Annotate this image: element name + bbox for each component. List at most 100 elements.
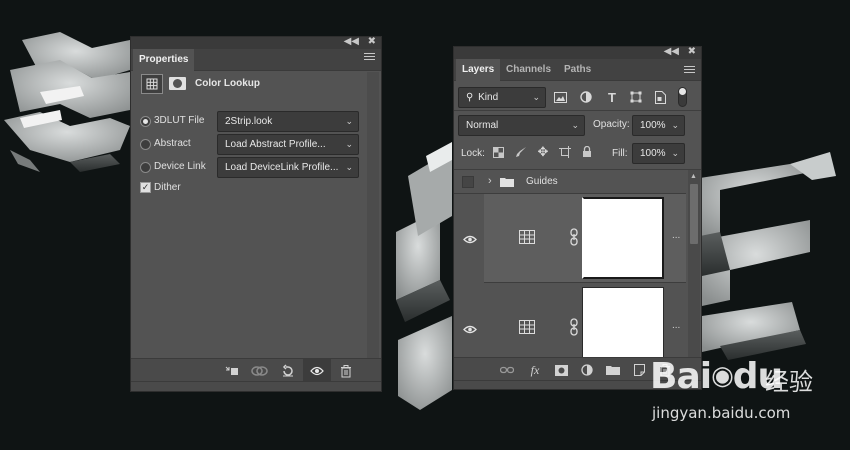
watermark-url: jingyan.baidu.com [652, 404, 791, 422]
lock-transparent-pixels-icon[interactable] [491, 145, 505, 159]
properties-scrollbar[interactable] [367, 72, 379, 358]
label-device-link: Device Link [154, 161, 206, 172]
tab-paths[interactable]: Paths [558, 59, 597, 81]
chevron-down-icon: ⌄ [571, 120, 579, 130]
panel-bottom-edge [131, 381, 381, 391]
adjustment-title: Color Lookup [195, 78, 260, 89]
layers-scrollbar[interactable]: ▲ [688, 170, 700, 357]
reset-icon[interactable] [277, 359, 299, 383]
fill-value: 100% [640, 148, 666, 159]
layer-mask-thumbnail[interactable] [582, 287, 664, 357]
new-adjustment-layer-icon[interactable] [576, 358, 598, 382]
more-options-icon[interactable]: ... [672, 230, 680, 241]
layer-mask-thumbnail[interactable] [582, 197, 664, 279]
link-icon[interactable] [569, 318, 579, 336]
toggle-visibility-icon[interactable] [303, 359, 331, 383]
adjustment-header: Color Lookup [131, 72, 381, 98]
blend-mode-dropdown[interactable]: Normal ⌄ [458, 115, 585, 136]
opacity-label: Opacity: [593, 119, 630, 130]
layer-group-name: Guides [526, 176, 558, 187]
filter-adjustment-icon[interactable] [578, 89, 594, 105]
link-icon[interactable] [569, 228, 579, 246]
folder-icon [500, 177, 514, 187]
watermark-cn-text: 经验 [765, 368, 813, 396]
filter-type-icon[interactable]: T [604, 89, 620, 105]
filter-smart-object-icon[interactable] [652, 89, 668, 105]
properties-footer [131, 358, 381, 383]
chevron-down-icon: ⌄ [532, 92, 540, 102]
clip-to-layer-icon[interactable] [221, 359, 243, 383]
chevron-down-icon: ⌄ [345, 139, 353, 149]
radio-3dlut[interactable] [140, 116, 151, 127]
paw-icon: ◉ [711, 361, 734, 391]
eye-icon[interactable] [463, 325, 477, 334]
lock-all-icon[interactable] [580, 145, 594, 159]
lock-position-icon[interactable]: ✥ [536, 144, 550, 159]
mask-icon[interactable] [169, 77, 186, 90]
blend-mode-value: Normal [466, 120, 499, 131]
opacity-value: 100% [640, 120, 666, 131]
chevron-down-icon: ⌄ [345, 116, 353, 126]
fill-label: Fill: [612, 148, 628, 159]
scroll-up-arrow[interactable]: ▲ [690, 173, 697, 180]
view-previous-state-icon[interactable] [249, 359, 271, 383]
dropdown-3dlut-value: 2Strip.look [225, 116, 273, 127]
panel-titlebar[interactable]: ◀◀ ✖ [131, 36, 381, 49]
radio-device-link[interactable] [140, 162, 151, 173]
tab-properties[interactable]: Properties [133, 49, 195, 71]
filter-shape-icon[interactable] [628, 89, 644, 105]
add-mask-icon[interactable] [550, 358, 572, 382]
search-icon: ⚲ [466, 92, 474, 103]
properties-panel: ◀◀ ✖ Properties Color Lookup 3DLUT File … [130, 36, 382, 392]
close-panel-icon[interactable]: ✖ [368, 36, 376, 48]
new-group-icon[interactable] [602, 358, 624, 382]
tab-layers[interactable]: Layers [456, 59, 501, 81]
opacity-field[interactable]: 100% ⌄ [632, 115, 685, 136]
eye-icon[interactable] [463, 235, 477, 244]
filter-toggle-switch[interactable] [678, 87, 687, 107]
panel-menu-icon[interactable] [364, 53, 375, 62]
chevron-right-icon[interactable]: › [488, 175, 492, 187]
properties-tabbar: Properties [131, 49, 381, 71]
new-layer-icon[interactable] [628, 358, 650, 382]
dropdown-device-link[interactable]: Load DeviceLink Profile... ⌄ [217, 157, 359, 178]
layer-group-row[interactable]: › Guides [454, 170, 686, 194]
trash-icon[interactable] [335, 359, 357, 383]
chevron-down-icon: ⌄ [671, 148, 679, 158]
chevron-down-icon: ⌄ [671, 120, 679, 130]
dropdown-3dlut[interactable]: 2Strip.look ⌄ [217, 111, 359, 132]
scroll-thumb[interactable] [690, 184, 698, 244]
properties-content: 3DLUT File 2Strip.look ⌄ Abstract Load A… [131, 99, 365, 359]
label-abstract: Abstract [154, 138, 191, 149]
tab-channels[interactable]: Channels [500, 59, 557, 81]
link-layers-icon[interactable] [496, 358, 518, 382]
adjustment-thumbnail-icon [519, 320, 535, 334]
layer-row[interactable]: ... [454, 284, 686, 357]
label-dither: Dither [154, 182, 181, 193]
visibility-toggle-empty[interactable] [462, 176, 474, 188]
dropdown-device-link-value: Load DeviceLink Profile... [225, 162, 339, 173]
close-panel-icon[interactable]: ✖ [688, 46, 696, 58]
layer-row-selected[interactable]: ... [454, 194, 686, 283]
panel-titlebar[interactable]: ◀◀ ✖ [454, 46, 701, 59]
lock-image-pixels-icon[interactable] [514, 145, 528, 159]
collapse-panel-icon[interactable]: ◀◀ [664, 46, 679, 58]
layers-panel: ◀◀ ✖ Layers Channels Paths ⚲ Kind ⌄ T No… [453, 46, 702, 390]
label-3dlut: 3DLUT File [154, 115, 205, 126]
dither-checkbox[interactable]: ✓ [140, 182, 151, 193]
fx-icon[interactable]: fx [524, 358, 546, 382]
filter-pixel-icon[interactable] [552, 89, 568, 105]
dropdown-abstract[interactable]: Load Abstract Profile... ⌄ [217, 134, 359, 155]
adjustment-grid-icon[interactable] [141, 74, 163, 94]
baidu-watermark: Bai◉du 经验 jingyan.baidu.com [650, 356, 845, 436]
filter-kind-value: Kind [478, 92, 499, 103]
radio-abstract[interactable] [140, 139, 151, 150]
filter-kind-dropdown[interactable]: ⚲ Kind ⌄ [458, 87, 546, 108]
collapse-panel-icon[interactable]: ◀◀ [344, 36, 359, 48]
lock-artboard-icon[interactable] [558, 145, 572, 159]
more-options-icon[interactable]: ... [672, 320, 680, 331]
fill-field[interactable]: 100% ⌄ [632, 143, 685, 164]
dropdown-abstract-value: Load Abstract Profile... [225, 139, 326, 150]
adjustment-thumbnail-icon [519, 230, 535, 244]
panel-menu-icon[interactable] [684, 66, 695, 75]
